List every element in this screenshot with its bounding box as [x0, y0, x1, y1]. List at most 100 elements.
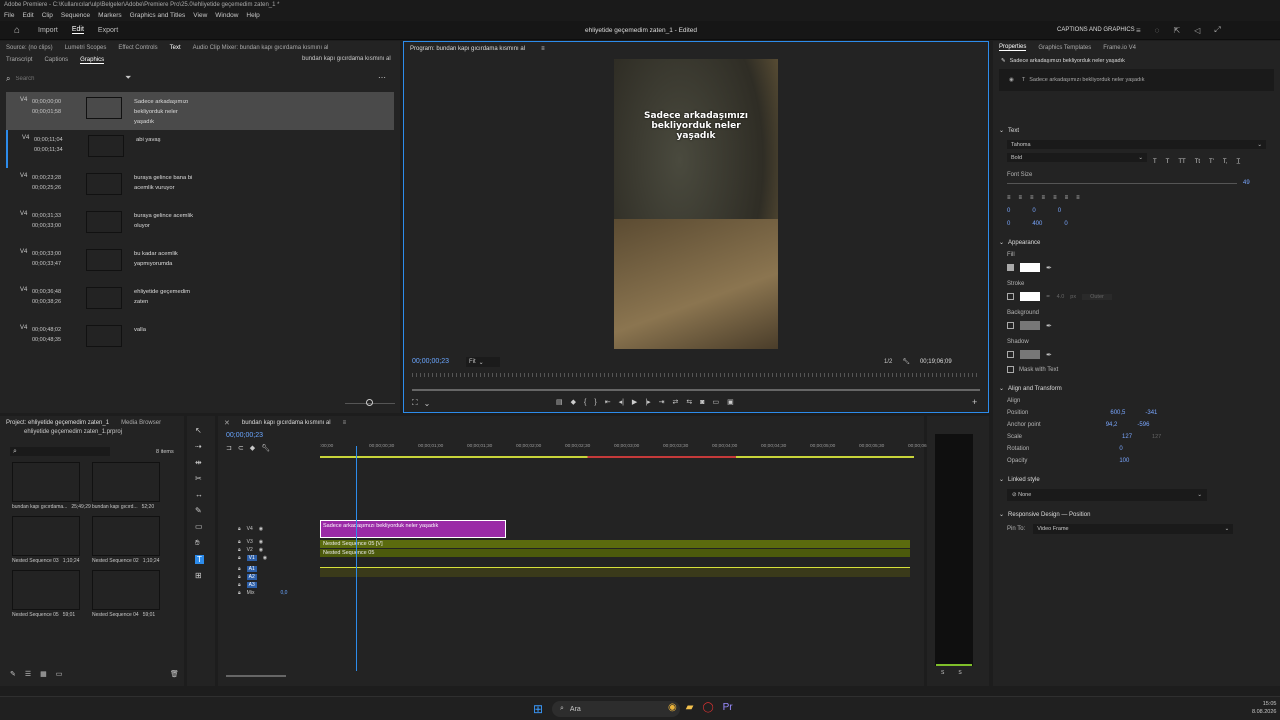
overwrite-icon[interactable]: ⇆	[686, 398, 692, 406]
workspace-tab-edit[interactable]: Edit	[71, 26, 84, 34]
audio-track-label[interactable]: A1	[246, 566, 257, 572]
caption-in[interactable]: 00;00;48;02	[32, 325, 86, 335]
tracking-value[interactable]: 0	[1007, 208, 1010, 214]
volume-icon[interactable]: ◁	[1194, 26, 1200, 35]
background-swatch[interactable]	[1020, 321, 1040, 330]
mark-out-icon[interactable]: }	[594, 399, 596, 406]
shadow-checkbox[interactable]	[1007, 351, 1014, 358]
caption-row[interactable]: V4 00;00;33;00 00;00;33;47 bu kadar acemlik…	[6, 244, 394, 282]
width-value[interactable]: 400	[1032, 221, 1042, 227]
linked-style-header[interactable]: Linked style	[1008, 477, 1040, 483]
program-tab[interactable]: Program: bundan kapı gıcırdama kısmını a…	[410, 46, 525, 52]
premiere-icon[interactable]: Pr	[723, 702, 733, 713]
track-label[interactable]: V2	[247, 547, 253, 553]
eye-icon[interactable]: ◉	[263, 555, 267, 561]
caption-row[interactable]: V4 00;00;48;02 00;00;48;35 valla	[6, 320, 394, 358]
zoom-scrollbar[interactable]	[412, 389, 980, 391]
track-label[interactable]: V4	[247, 526, 253, 532]
caption-text[interactable]: buraya gelince acemlik oluyor	[134, 211, 198, 231]
wrench-timeline-icon[interactable]: 🔧︎	[261, 444, 270, 452]
time-ruler[interactable]	[412, 373, 980, 377]
track-label[interactable]: V3	[247, 539, 253, 545]
stroke-swatch[interactable]	[1020, 292, 1040, 301]
caption-out[interactable]: 00;00;01;58	[32, 107, 86, 117]
pin-select[interactable]: Video Frame	[1037, 526, 1068, 532]
subtab-captions[interactable]: Captions	[44, 57, 68, 63]
pen-icon[interactable]: ✎	[10, 670, 16, 678]
menu-view[interactable]: View	[193, 12, 207, 19]
lift-icon[interactable]: ▤	[556, 398, 563, 406]
stroke-checkbox[interactable]	[1007, 293, 1014, 300]
source-tab[interactable]: Effect Controls	[118, 45, 157, 51]
position-x[interactable]: 600,5	[1110, 410, 1125, 416]
caption-text[interactable]: abi yavaş	[136, 135, 200, 145]
menu-help[interactable]: Help	[246, 12, 259, 19]
anchor-x[interactable]: 94,2	[1106, 422, 1118, 428]
quick-export-icon[interactable]: ⇱	[1173, 26, 1180, 35]
caption-out[interactable]: 00;00;48;35	[32, 335, 86, 345]
project-item[interactable]: Nested Sequence 04 59;01	[92, 570, 172, 618]
project-item[interactable]: bundan kapı gıcırd... 52;20	[92, 462, 172, 510]
linked-icon[interactable]: ⊂	[238, 444, 244, 452]
eye-icon[interactable]: ◉	[259, 526, 263, 532]
menu-window[interactable]: Window	[215, 12, 238, 19]
trash-icon[interactable]: 🗑︎	[170, 670, 179, 678]
pen-tool-icon[interactable]: ✎	[195, 506, 204, 515]
source-tab[interactable]: Source: (no clips)	[6, 45, 53, 51]
track-select-icon[interactable]: ⇢	[195, 442, 204, 451]
mark-in-icon[interactable]: {	[584, 399, 586, 406]
caption-out[interactable]: 00;00;33;00	[32, 221, 86, 231]
fill-checkbox[interactable]	[1007, 264, 1014, 271]
workspace-tab-import[interactable]: Import	[38, 27, 58, 34]
rectangle-tool-icon[interactable]: ▭	[195, 522, 204, 531]
lock-icon[interactable]: 🔒︎	[238, 526, 241, 532]
menu-sequence[interactable]: Sequence	[61, 12, 90, 19]
properties-tab[interactable]: Frame.io V4	[1103, 45, 1136, 51]
settings-icon[interactable]: ⛶	[412, 398, 418, 408]
caption-row[interactable]: V4 00;00;11;04 00;00;11;34 abi yavaş	[6, 130, 394, 168]
marker-icon[interactable]: ◆	[571, 398, 576, 406]
audio-track-label[interactable]: A3	[246, 582, 257, 588]
timeline-timecode[interactable]: 00;00;00;23	[226, 432, 263, 439]
caption-out[interactable]: 00;00;33;47	[32, 259, 86, 269]
type-tool-icon[interactable]: T	[195, 555, 204, 564]
menu-edit[interactable]: Edit	[22, 12, 33, 19]
audio-lock-icon[interactable]: 🔒︎	[238, 574, 241, 580]
audio-track-label[interactable]: A2	[246, 574, 257, 580]
workspace-menu-icon[interactable]: ≡	[1136, 26, 1141, 35]
stroke-width[interactable]: 4.0	[1057, 294, 1065, 300]
safe-margins-icon[interactable]: ▣	[727, 398, 734, 406]
project-tab[interactable]: Project: ehliyetide geçemedim zaten_1	[6, 420, 109, 426]
visibility-icon[interactable]: ◉	[1009, 77, 1014, 83]
caption-row[interactable]: V4 00;00;23;28 00;00;25;26 buraya gelince b…	[6, 168, 394, 206]
mix-value[interactable]: 0,0	[280, 590, 287, 596]
layer-item[interactable]: Sadece arkadaşımızı bekliyorduk neler ya…	[1029, 77, 1144, 83]
fullscreen-icon[interactable]: ⤢	[1214, 25, 1220, 35]
audio-lock-icon[interactable]: 🔒︎	[238, 590, 241, 596]
go-to-out-icon[interactable]: ⇥	[659, 398, 665, 406]
caption-in[interactable]: 00;00;33;00	[32, 249, 86, 259]
caption-text[interactable]: Sadece arkadaşımızı bekliyorduk neler ya…	[134, 97, 198, 127]
indent-value[interactable]: 0	[1064, 221, 1067, 227]
source-tab[interactable]: Lumetri Scopes	[65, 45, 107, 51]
project-item[interactable]: bundan kapı gıcırdama... 25;49;29	[12, 462, 92, 510]
playhead-timecode[interactable]: 00;00;00;23	[412, 358, 449, 365]
compare-icon[interactable]: ▭	[713, 398, 720, 406]
menu-file[interactable]: File	[4, 12, 14, 19]
insert-icon[interactable]: ⇄	[673, 398, 679, 406]
slip-icon[interactable]: ↔	[195, 490, 204, 499]
text-section-header[interactable]: Text	[1008, 128, 1019, 134]
properties-tab[interactable]: Properties	[999, 44, 1027, 51]
responsive-header[interactable]: Responsive Design — Position	[1008, 512, 1090, 518]
rotation-value[interactable]: 0	[1119, 446, 1122, 452]
align-header[interactable]: Align and Transform	[1008, 386, 1062, 392]
caption-text[interactable]: valla	[134, 325, 198, 335]
add-button-icon[interactable]: +	[972, 397, 977, 407]
menu-graphics-and-titles[interactable]: Graphics and Titles	[130, 12, 186, 19]
sync-icon[interactable]: ◌	[1155, 26, 1160, 35]
caption-clip[interactable]: Sadece arkadaşımızı bekliyorduk neler ya…	[320, 520, 506, 538]
mask-checkbox[interactable]	[1007, 366, 1014, 373]
project-item[interactable]: Nested Sequence 02 1;10;24	[92, 516, 172, 564]
background-checkbox[interactable]	[1007, 322, 1014, 329]
linked-style-select[interactable]: None	[1018, 492, 1031, 498]
